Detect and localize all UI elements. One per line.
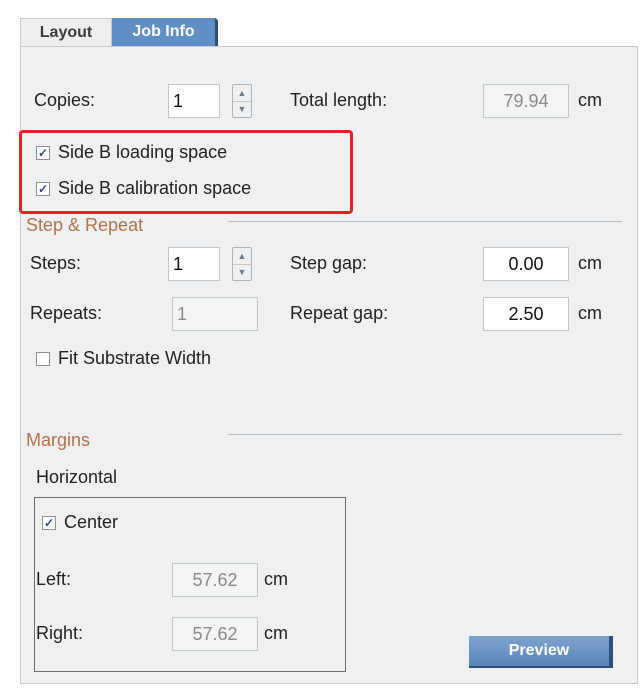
step-repeat-title: Step & Repeat xyxy=(26,215,144,235)
side-b-calibration-label: Side B calibration space xyxy=(58,178,252,198)
fit-substrate-label: Fit Substrate Width xyxy=(58,348,212,368)
total-length-label: Total length: xyxy=(290,90,388,110)
steps-label: Steps: xyxy=(30,253,82,273)
left-margin-label: Left: xyxy=(36,569,72,589)
tab-job-info[interactable]: Job Info xyxy=(112,18,218,46)
right-margin-field: 57.62 xyxy=(172,617,258,651)
right-margin-label: Right: xyxy=(36,623,84,643)
steps-input[interactable]: 1 xyxy=(168,247,220,281)
repeat-gap-unit: cm xyxy=(578,303,602,323)
spinner-down-icon[interactable]: ▼ xyxy=(233,264,251,280)
repeat-gap-input[interactable]: 2.50 xyxy=(483,297,569,331)
step-gap-input[interactable]: 0.00 xyxy=(483,247,569,281)
copies-input[interactable]: 1 xyxy=(168,84,220,118)
repeat-gap-label: Repeat gap: xyxy=(290,303,389,323)
preview-button-label: Preview xyxy=(508,642,570,659)
step-gap-label: Step gap: xyxy=(290,253,368,273)
right-margin-unit: cm xyxy=(264,623,288,643)
spinner-up-icon[interactable]: ▲ xyxy=(233,248,251,265)
copies-label: Copies: xyxy=(34,90,96,110)
total-length-field: 79.94 xyxy=(483,84,569,118)
step-gap-unit: cm xyxy=(578,253,602,273)
tab-job-info-label: Job Info xyxy=(132,23,195,40)
left-margin-unit: cm xyxy=(264,569,288,589)
repeats-label: Repeats: xyxy=(30,303,103,323)
center-label: Center xyxy=(64,512,119,532)
center-checkbox[interactable]: ✓ xyxy=(42,516,56,530)
fit-substrate-checkbox[interactable] xyxy=(36,352,50,366)
left-margin-field: 57.62 xyxy=(172,563,258,597)
step-repeat-divider xyxy=(228,221,622,222)
tab-layout-label: Layout xyxy=(39,23,93,41)
total-length-unit: cm xyxy=(578,90,602,110)
side-b-loading-label: Side B loading space xyxy=(58,142,228,162)
side-b-loading-checkbox[interactable]: ✓ xyxy=(36,146,50,160)
margins-title: Margins xyxy=(26,430,91,450)
horizontal-label: Horizontal xyxy=(36,467,118,487)
repeats-field: 1 xyxy=(172,297,258,331)
copies-spinner[interactable]: ▲ ▼ xyxy=(232,84,252,118)
spinner-up-icon[interactable]: ▲ xyxy=(233,85,251,102)
spinner-down-icon[interactable]: ▼ xyxy=(233,101,251,117)
margins-divider xyxy=(228,434,622,435)
preview-button[interactable]: Preview xyxy=(469,636,613,668)
steps-spinner[interactable]: ▲ ▼ xyxy=(232,247,252,281)
tab-layout[interactable]: Layout xyxy=(20,18,112,46)
side-b-calibration-checkbox[interactable]: ✓ xyxy=(36,182,50,196)
